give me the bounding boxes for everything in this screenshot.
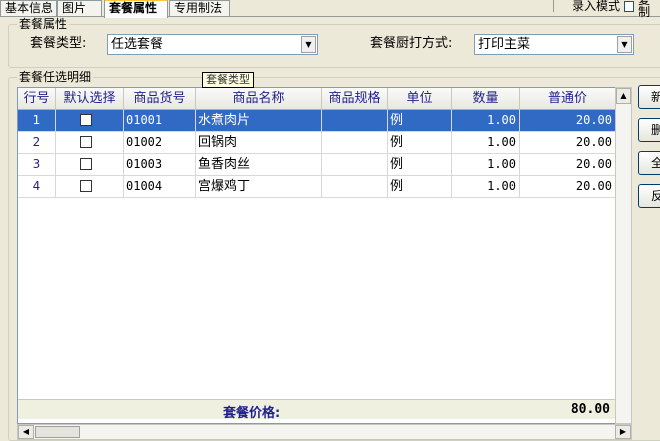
- name-cell: 回锅肉: [196, 132, 322, 154]
- scroll-right-arrow-icon[interactable]: ▶: [615, 425, 631, 439]
- scroll-up-arrow-icon[interactable]: ▲: [616, 88, 631, 104]
- name-cell: 水煮肉片: [196, 110, 322, 132]
- combo-type-tooltip: 套餐类型: [202, 72, 254, 88]
- col-header-name[interactable]: 商品名称: [196, 88, 322, 110]
- col-header-qty[interactable]: 数量: [452, 88, 520, 110]
- tab-basic-info[interactable]: 基本信息: [0, 0, 57, 17]
- invert-selection-button[interactable]: 反: [638, 184, 660, 208]
- table-row[interactable]: 2 01002 回锅肉 例 1.00 20.00: [18, 132, 631, 154]
- grid-vertical-scrollbar[interactable]: ▲: [615, 87, 632, 424]
- default-select-cell: [56, 132, 124, 154]
- row-no-cell: 3: [18, 154, 56, 176]
- col-header-unit[interactable]: 单位: [388, 88, 452, 110]
- default-select-checkbox[interactable]: [80, 180, 92, 192]
- kitchen-print-value: 打印主菜: [478, 37, 531, 52]
- unit-cell: 例: [388, 132, 452, 154]
- qty-cell: 1.00: [452, 132, 520, 154]
- price-cell: 20.00: [520, 132, 616, 154]
- code-cell: 01002: [124, 132, 196, 154]
- combo-type-value: 任选套餐: [111, 37, 164, 52]
- kitchen-print-label: 套餐厨打方式:: [370, 36, 453, 51]
- copy-check-box[interactable]: [624, 0, 635, 12]
- spec-cell: [322, 154, 388, 176]
- kitchen-print-dropdown-icon[interactable]: ▼: [617, 36, 632, 53]
- col-header-spec[interactable]: 商品规格: [322, 88, 388, 110]
- tab-special-cooking[interactable]: 专用制法: [169, 0, 230, 17]
- qty-cell: 1.00: [452, 154, 520, 176]
- combo-type-select[interactable]: 任选套餐 ▼: [107, 34, 318, 55]
- col-header-default[interactable]: 默认选择: [56, 88, 124, 110]
- price-cell: 20.00: [520, 176, 616, 198]
- price-cell: 20.00: [520, 110, 616, 132]
- default-select-cell: [56, 176, 124, 198]
- grid-horizontal-scrollbar[interactable]: ◀ ▶: [17, 424, 632, 440]
- default-select-checkbox[interactable]: [80, 136, 92, 148]
- unit-cell: 例: [388, 176, 452, 198]
- row-no-cell: 1: [18, 110, 56, 132]
- new-row-button[interactable]: 新: [638, 85, 660, 109]
- copy-checkbox[interactable]: 复制: [624, 0, 660, 18]
- col-header-row-no[interactable]: 行号: [18, 88, 56, 110]
- code-cell: 01004: [124, 176, 196, 198]
- price-cell: 20.00: [520, 154, 616, 176]
- unit-cell: 例: [388, 110, 452, 132]
- scroll-left-arrow-icon[interactable]: ◀: [18, 425, 34, 439]
- col-header-price[interactable]: 普通价: [520, 88, 616, 110]
- combo-properties-group-title: 套餐属性: [17, 17, 70, 31]
- grid-header: 行号 默认选择 商品货号 商品名称 商品规格 单位 数量 普通价: [18, 88, 631, 110]
- col-header-code[interactable]: 商品货号: [124, 88, 196, 110]
- select-all-button[interactable]: 全: [638, 151, 660, 175]
- spec-cell: [322, 132, 388, 154]
- row-no-cell: 2: [18, 132, 56, 154]
- qty-cell: 1.00: [452, 176, 520, 198]
- name-cell: 鱼香肉丝: [196, 154, 322, 176]
- combo-detail-group-title: 套餐任选明细: [17, 70, 94, 84]
- kitchen-print-select[interactable]: 打印主菜 ▼: [474, 34, 634, 55]
- combo-detail-grid[interactable]: 行号 默认选择 商品货号 商品名称 商品规格 单位 数量 普通价 1 01001…: [17, 87, 632, 424]
- code-cell: 01003: [124, 154, 196, 176]
- name-cell: 宫爆鸡丁: [196, 176, 322, 198]
- tab-images[interactable]: 图片: [57, 0, 102, 17]
- default-select-checkbox[interactable]: [80, 114, 92, 126]
- unit-cell: 例: [388, 154, 452, 176]
- combo-price-label: 套餐价格:: [223, 406, 281, 421]
- combo-type-dropdown-icon[interactable]: ▼: [301, 36, 316, 53]
- grid-footer: 套餐价格: 80.00: [18, 399, 631, 421]
- table-row[interactable]: 1 01001 水煮肉片 例 1.00 20.00: [18, 110, 631, 132]
- qty-cell: 1.00: [452, 110, 520, 132]
- copy-checkbox-label: 复制: [638, 0, 651, 19]
- tab-combo-properties[interactable]: 套餐属性: [104, 0, 168, 18]
- delete-row-button[interactable]: 删: [638, 118, 660, 142]
- default-select-cell: [56, 154, 124, 176]
- table-row[interactable]: 3 01003 鱼香肉丝 例 1.00 20.00: [18, 154, 631, 176]
- default-select-cell: [56, 110, 124, 132]
- row-no-cell: 4: [18, 176, 56, 198]
- combo-price-value: 80.00: [570, 402, 610, 417]
- entry-mode-label: 录入模式: [553, 0, 620, 12]
- entry-mode-checkbox[interactable]: 录入模式: [553, 0, 620, 12]
- combo-type-label: 套餐类型:: [30, 36, 87, 51]
- default-select-checkbox[interactable]: [80, 158, 92, 170]
- spec-cell: [322, 110, 388, 132]
- code-cell: 01001: [124, 110, 196, 132]
- table-row[interactable]: 4 01004 宫爆鸡丁 例 1.00 20.00: [18, 176, 631, 198]
- tab-panel-border: [0, 16, 660, 17]
- scroll-thumb[interactable]: [35, 426, 80, 438]
- spec-cell: [322, 176, 388, 198]
